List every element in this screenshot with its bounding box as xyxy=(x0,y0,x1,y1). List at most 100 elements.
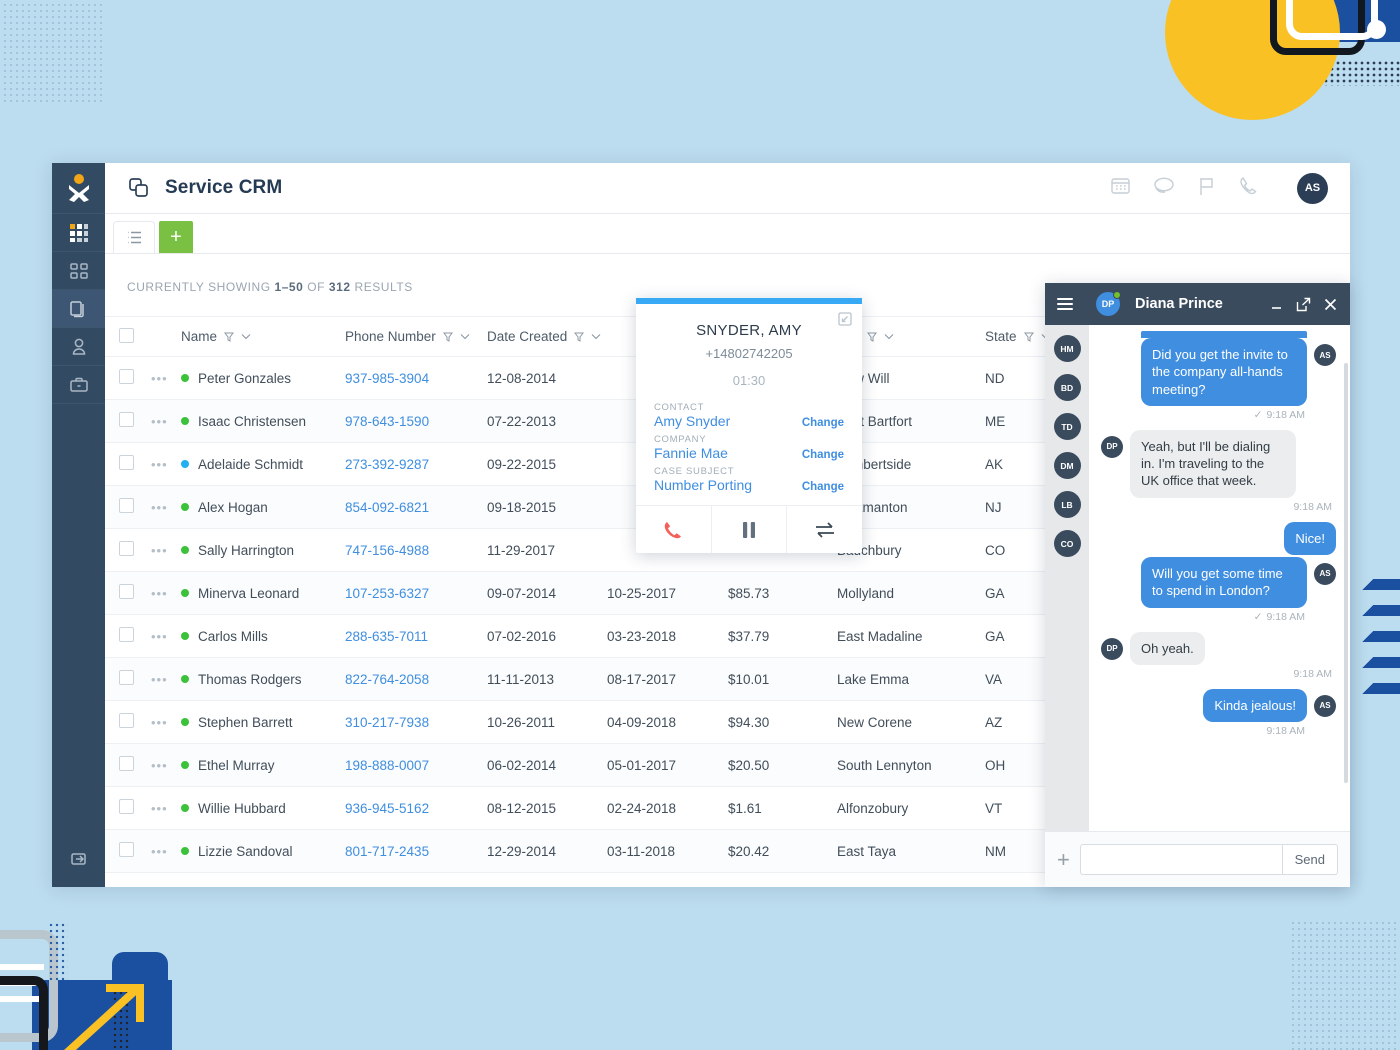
phone-icon[interactable] xyxy=(1238,175,1259,201)
row-checkbox[interactable] xyxy=(119,584,134,599)
row-actions-menu[interactable]: ••• xyxy=(151,586,181,601)
cell-date-secondary: 04-09-2018 xyxy=(607,714,677,730)
send-button[interactable]: Send xyxy=(1281,844,1338,875)
sidebar-item-logout[interactable] xyxy=(52,831,105,887)
cell-name: Ethel Murray xyxy=(181,758,345,773)
change-contact-link[interactable]: Change xyxy=(802,417,844,429)
cell-phone[interactable]: 801-717-2435 xyxy=(345,844,487,859)
read-receipt-icon: ✓ xyxy=(1253,610,1263,623)
row-select-cell xyxy=(105,799,151,817)
call-card-number: +14802742205 xyxy=(705,346,793,361)
row-actions-menu[interactable]: ••• xyxy=(151,371,181,386)
plus-icon[interactable]: + xyxy=(1057,848,1070,871)
chat-message-input[interactable] xyxy=(1079,844,1282,875)
sidebar-item-briefcase[interactable] xyxy=(52,366,105,404)
sidebar-item-dashboard[interactable] xyxy=(52,252,105,290)
column-header-date-created[interactable]: Date Created xyxy=(487,329,607,344)
cell-amount: $1.61 xyxy=(728,800,762,816)
transfer-call-button[interactable] xyxy=(787,506,862,553)
column-header-name[interactable]: Name xyxy=(181,329,345,344)
row-select-cell xyxy=(105,713,151,731)
call-card-contact-value[interactable]: Amy Snyder xyxy=(654,413,730,429)
chat-window: DP Diana Prince HM BD TD DM LB CO Did you get… xyxy=(1045,283,1350,887)
header-actions: AS xyxy=(1110,172,1328,204)
row-checkbox[interactable] xyxy=(119,369,134,384)
tab-list-view[interactable] xyxy=(113,221,155,253)
close-icon[interactable] xyxy=(1323,297,1338,312)
column-header-phone-number[interactable]: Phone Number xyxy=(345,329,487,344)
status-dot xyxy=(181,589,189,597)
row-actions-menu[interactable]: ••• xyxy=(151,629,181,644)
row-checkbox[interactable] xyxy=(119,412,134,427)
cell-phone[interactable]: 198-888-0007 xyxy=(345,758,487,773)
sidebar-item-contacts[interactable] xyxy=(52,328,105,366)
chevron-down-icon xyxy=(241,334,251,340)
change-subject-link[interactable]: Change xyxy=(802,481,844,493)
calendar-icon[interactable] xyxy=(1110,175,1131,201)
row-actions-menu[interactable]: ••• xyxy=(151,672,181,687)
row-actions-menu[interactable]: ••• xyxy=(151,543,181,558)
cell-phone[interactable]: 854-092-6821 xyxy=(345,500,487,515)
add-tab-button[interactable]: + xyxy=(159,221,193,253)
chat-rail-avatar[interactable]: HM xyxy=(1053,335,1081,362)
flag-icon[interactable] xyxy=(1197,175,1216,202)
chat-rail-avatar[interactable]: CO xyxy=(1053,530,1081,557)
popout-icon[interactable] xyxy=(1296,297,1311,312)
chat-rail-avatar[interactable]: DM xyxy=(1053,452,1081,479)
filter-icon xyxy=(224,332,235,342)
cell-name: Stephen Barrett xyxy=(181,715,345,730)
cell-phone[interactable]: 937-985-3904 xyxy=(345,371,487,386)
call-card-subject-value[interactable]: Number Porting xyxy=(654,477,752,493)
hamburger-icon[interactable] xyxy=(1057,295,1073,313)
chevron-down-icon xyxy=(884,334,894,340)
sidebar-item-documents[interactable] xyxy=(52,290,105,328)
row-checkbox[interactable] xyxy=(119,541,134,556)
cell-phone[interactable]: 273-392-9287 xyxy=(345,457,487,472)
contacts-icon xyxy=(72,338,85,355)
row-checkbox[interactable] xyxy=(119,627,134,642)
row-actions-menu[interactable]: ••• xyxy=(151,457,181,472)
cell-phone[interactable]: 107-253-6327 xyxy=(345,586,487,601)
row-checkbox[interactable] xyxy=(119,842,134,857)
chevron-down-icon xyxy=(591,334,601,340)
chat-scrollbar[interactable] xyxy=(1344,363,1348,783)
cell-phone[interactable]: 936-945-5162 xyxy=(345,801,487,816)
row-checkbox[interactable] xyxy=(119,498,134,513)
chat-rail-avatar[interactable]: LB xyxy=(1053,491,1081,518)
chat-message-timestamp: 9:18 AM xyxy=(1293,500,1332,513)
cell-date-secondary: 10-25-2017 xyxy=(607,585,677,601)
sidebar-item-apps-grid[interactable] xyxy=(52,214,105,252)
cell-phone[interactable]: 310-217-7938 xyxy=(345,715,487,730)
pause-call-button[interactable] xyxy=(712,506,788,553)
row-actions-menu[interactable]: ••• xyxy=(151,758,181,773)
chat-rail-avatar[interactable]: TD xyxy=(1053,413,1081,440)
chat-bubble-icon[interactable] xyxy=(1153,175,1175,201)
cell-phone[interactable]: 288-635-7011 xyxy=(345,629,487,644)
row-checkbox[interactable] xyxy=(119,756,134,771)
row-actions-menu[interactable]: ••• xyxy=(151,844,181,859)
row-checkbox[interactable] xyxy=(119,670,134,685)
row-checkbox[interactable] xyxy=(119,799,134,814)
select-all-checkbox[interactable] xyxy=(119,327,134,343)
expand-icon[interactable] xyxy=(838,312,852,331)
call-card-company-value[interactable]: Fannie Mae xyxy=(654,445,728,461)
minimize-icon[interactable] xyxy=(1269,297,1284,312)
row-actions-menu[interactable]: ••• xyxy=(151,801,181,816)
row-actions-menu[interactable]: ••• xyxy=(151,715,181,730)
chat-message-avatar: AS xyxy=(1314,562,1336,585)
row-checkbox[interactable] xyxy=(119,713,134,728)
change-company-link[interactable]: Change xyxy=(802,449,844,461)
row-actions-menu[interactable]: ••• xyxy=(151,414,181,429)
user-avatar[interactable]: AS xyxy=(1297,172,1328,204)
cell-date-created: 09-18-2015 xyxy=(487,499,557,515)
cell-phone[interactable]: 822-764-2058 xyxy=(345,672,487,687)
row-select-cell xyxy=(105,412,151,430)
chat-rail-avatar[interactable]: BD xyxy=(1053,374,1081,401)
cell-phone[interactable]: 978-643-1590 xyxy=(345,414,487,429)
app-logo[interactable] xyxy=(52,163,105,214)
row-actions-menu[interactable]: ••• xyxy=(151,500,181,515)
row-checkbox[interactable] xyxy=(119,455,134,470)
cell-phone[interactable]: 747-156-4988 xyxy=(345,543,487,558)
chat-message-bubble: Will you get some time to spend in Londo… xyxy=(1141,556,1307,608)
hangup-call-button[interactable] xyxy=(636,506,712,553)
